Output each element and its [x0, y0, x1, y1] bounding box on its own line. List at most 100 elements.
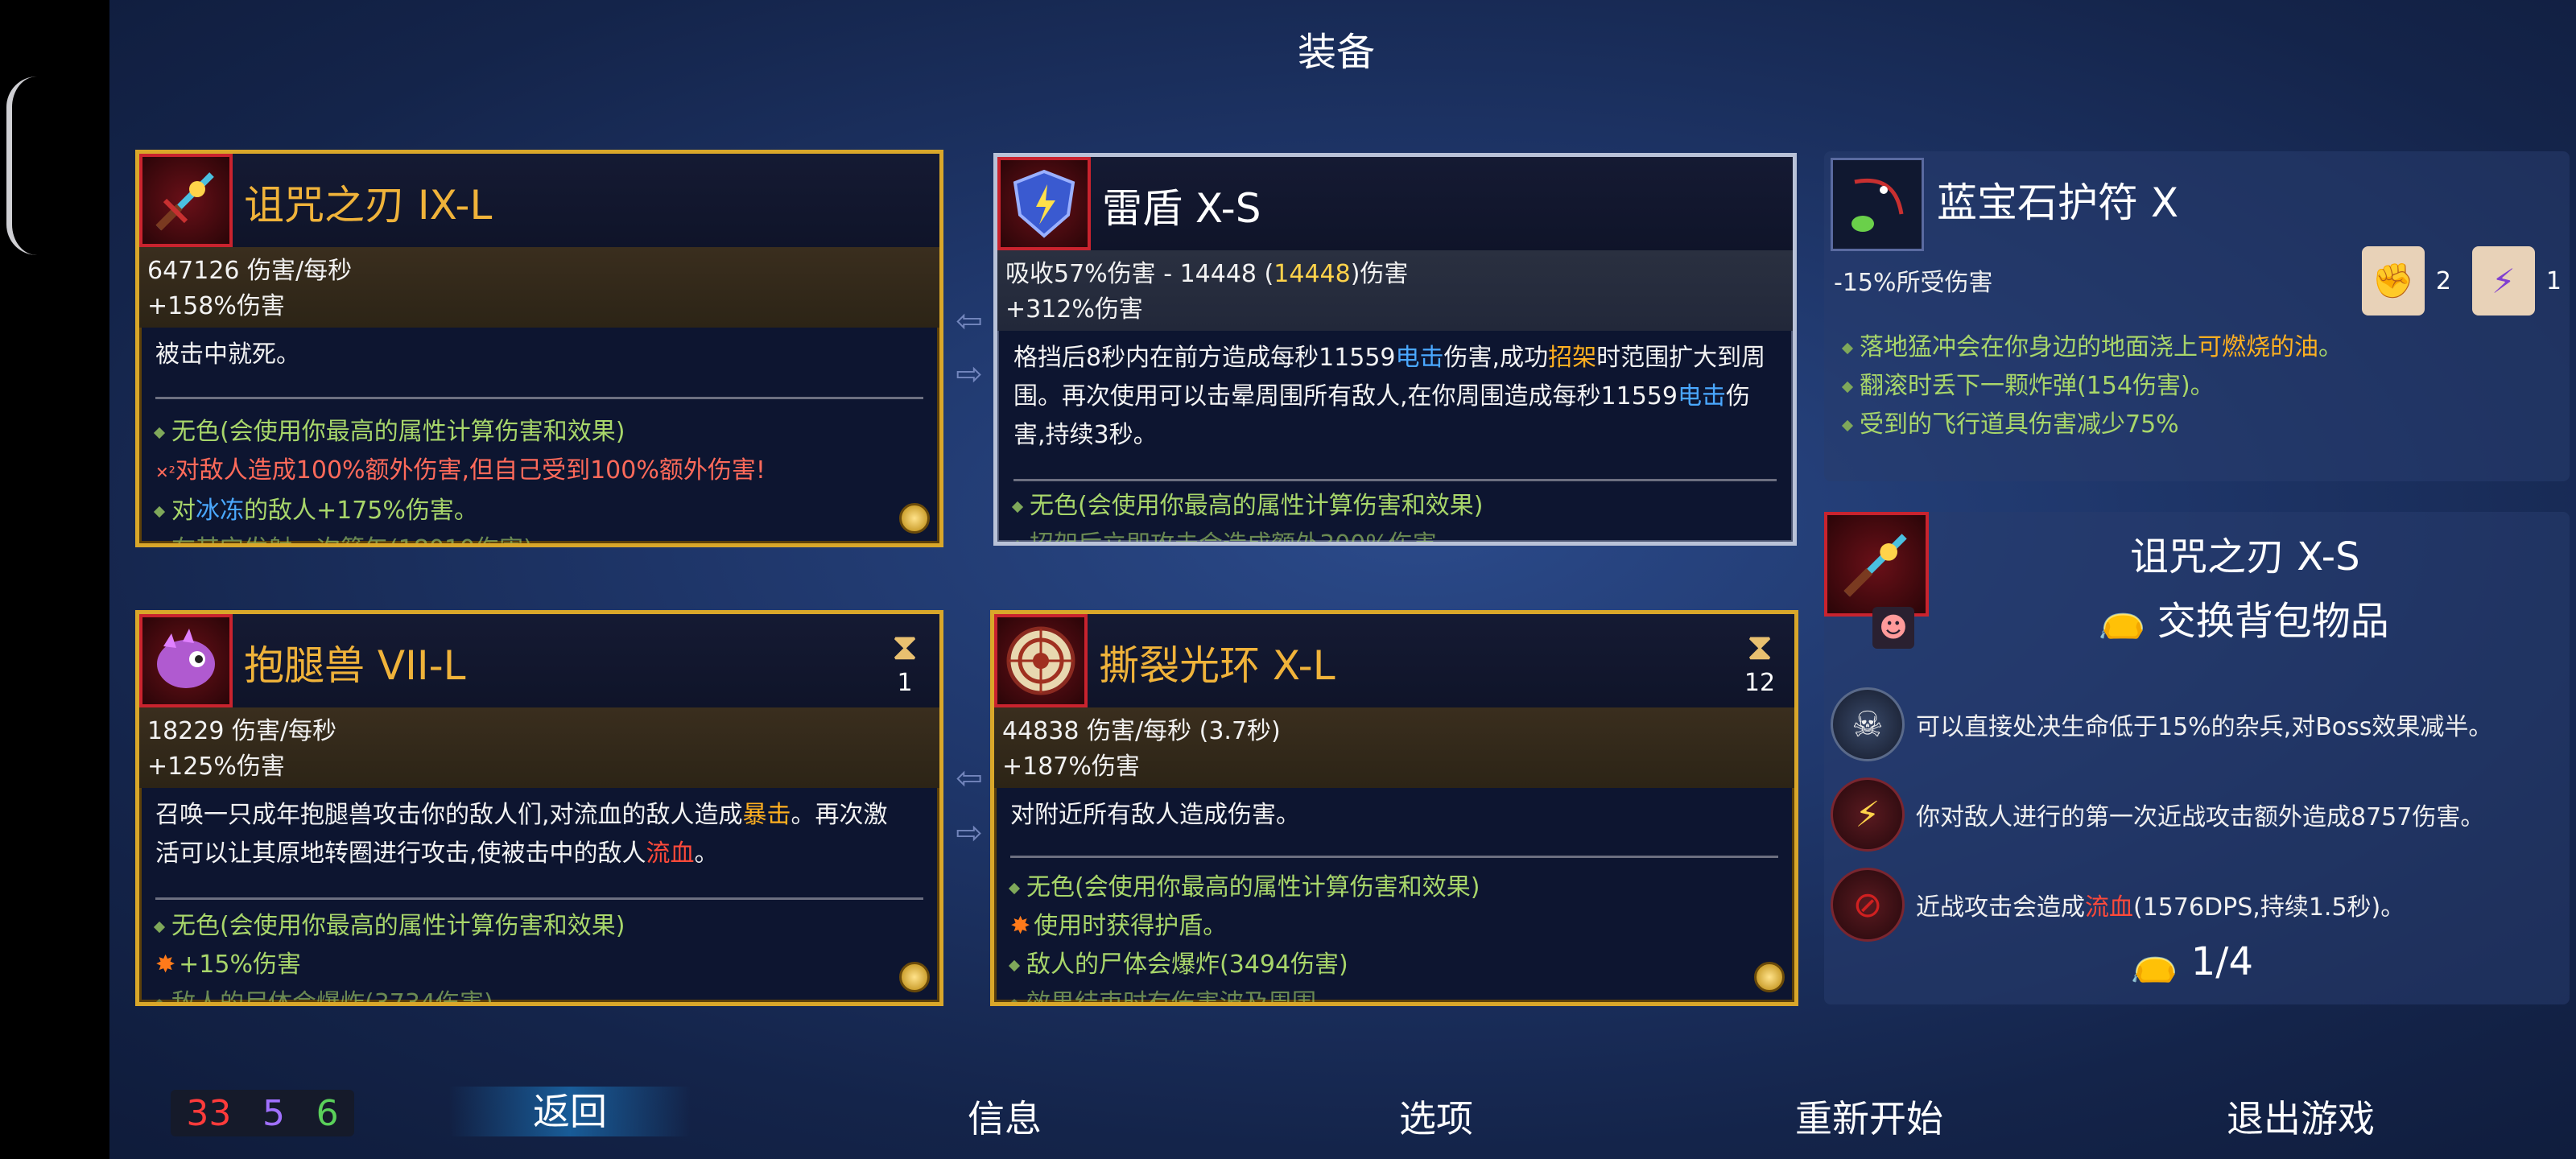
- item-stats: 18229 伤害/每秒 +125%伤害: [139, 707, 939, 788]
- bullet-icon: [153, 998, 166, 1002]
- quit-button[interactable]: 退出游戏: [2180, 1090, 2421, 1143]
- fist-scroll-icon: ✊: [2361, 246, 2425, 316]
- options-button[interactable]: 选项: [1315, 1090, 1557, 1143]
- backpack-count: 👝 1/4: [2130, 938, 2254, 985]
- bottom-bar: 33 5 6 返回 信息 选项 重新开始 退出游戏: [109, 1061, 2576, 1159]
- skull-icon: ☻: [1872, 607, 1914, 649]
- effect-item: 敌人的尸体会爆炸(3734伤害): [153, 984, 923, 1002]
- amulet-icon: [1831, 158, 1924, 251]
- item-name: 雷盾 X-S: [1102, 185, 1261, 232]
- divider: [155, 397, 923, 399]
- bullet-icon: [1011, 501, 1024, 513]
- edge-gesture-handle[interactable]: [6, 76, 37, 255]
- item-description: 格挡后8秒内在前方造成每秒11559电击伤害,成功招架时范围扩大到周 围。再次使…: [1013, 344, 1766, 449]
- effect-list: 无色(会使用你最高的属性计算伤害和效果) 招架后立即攻击会造成额外300%伤害: [1011, 487, 1777, 542]
- scroll-stats: 33 5 6: [171, 1090, 354, 1136]
- brutality-scroll: ✊ 2: [2361, 246, 2451, 316]
- mutation-row: ☠ 可以直接处决生命低于15%的杂兵,对Boss效果减半。: [1831, 687, 2492, 761]
- item-description: 召唤一只成年抱腿兽攻击你的敌人们,对流血的敌人造成暴击。再次激 活可以让其原地转…: [155, 801, 888, 868]
- swap-action[interactable]: 👝 交换背包物品: [2098, 589, 2389, 645]
- effect-item: ✕²对敌人造成100%额外伤害,但自己受到100%额外伤害!: [155, 456, 766, 485]
- hourglass-icon: ⧗: [1746, 625, 1773, 668]
- cursed-sword-icon: [139, 154, 233, 247]
- damage-bonus: +125%伤害: [147, 753, 285, 781]
- effect-item: 无色(会使用你最高的属性计算伤害和效果): [1008, 868, 1778, 907]
- card-curse-blade[interactable]: 诅咒之刃 IX-L 647126 伤害/每秒 +158%伤害 被击中就死。 无色…: [135, 150, 943, 547]
- item-stats: 吸收57%伤害 - 14448 (14448)伤害 +312%伤害: [997, 250, 1793, 331]
- effect-item: 效果结束时有伤害波及周围: [1008, 984, 1778, 1002]
- brutality-count: 33: [186, 1092, 232, 1134]
- backpack-icon: 👝: [2098, 595, 2146, 641]
- star-icon: ✸: [1010, 912, 1031, 940]
- item-stats: 44838 伤害/每秒 (3.7秒) +187%伤害: [994, 707, 1794, 788]
- info-button[interactable]: 信息: [884, 1090, 1125, 1143]
- bullet-icon: [1008, 998, 1021, 1002]
- card-leg-beast[interactable]: 抱腿兽 VII-L ⧗ 1 18229 伤害/每秒 +125%伤害 召唤一只成年抱…: [135, 610, 943, 1006]
- lightning-icon: ⚡: [1831, 777, 1905, 852]
- dps-value: 44838 伤害/每秒 (3.7秒): [1002, 717, 1281, 745]
- effect-list: 无色(会使用你最高的属性计算伤害和效果) ✕²对敌人造成100%额外伤害,但自己…: [153, 413, 923, 547]
- aura-ring-icon: [994, 614, 1088, 707]
- swap-right-arrow-icon[interactable]: ⇨: [947, 358, 992, 390]
- curse-icon: ✕²: [155, 463, 175, 482]
- bullet-icon: [153, 505, 166, 518]
- lightning-scroll-icon: ⚡: [2471, 246, 2535, 316]
- divider: [1010, 856, 1778, 858]
- effect-item: 在其它发射一次箭矢(18010伤害): [154, 530, 923, 547]
- bullet-icon: [1008, 882, 1021, 894]
- item-description: 被击中就死。: [155, 340, 300, 369]
- dps-value: 18229 伤害/每秒: [147, 717, 337, 745]
- backpack-icon: 👝: [2130, 939, 2178, 984]
- card-rift-aura[interactable]: 撕裂光环 X-L ⧗ 12 44838 伤害/每秒 (3.7秒) +187%伤害 …: [990, 610, 1798, 1006]
- item-name: 抱腿兽 VII-L: [244, 642, 466, 689]
- item-description: 对附近所有敌人造成伤害。: [1010, 801, 1300, 829]
- cooldown-indicator: ⧗ 1: [885, 624, 925, 697]
- absorb-stat: 吸收57%伤害 - 14448 (14448)伤害: [1005, 260, 1409, 288]
- scroll-counters: ✊ 2 ⚡ 1: [2361, 246, 2562, 316]
- mutation-row: ⊘ 近战攻击会造成流血(1576DPS,持续1.5秒)。: [1831, 868, 2405, 942]
- effect-item: ✸ +15%伤害: [155, 951, 301, 979]
- tactics-count: 5: [262, 1092, 285, 1134]
- damage-bonus: +158%伤害: [147, 292, 285, 320]
- hourglass-icon: ⧗: [891, 625, 919, 668]
- swap-left-arrow-icon[interactable]: ⇦: [947, 305, 992, 337]
- bullet-icon: [1011, 539, 1024, 542]
- amulet-panel[interactable]: 蓝宝石护符 X -15%所受伤害 ✊ 2 ⚡ 1 落地猛冲会在你身边的地面浇上可燃烧…: [1824, 151, 2570, 481]
- effect-item: 招架后立即攻击会造成额外300%伤害: [1011, 526, 1777, 542]
- tactics-scroll: ⚡ 1: [2471, 246, 2562, 316]
- swap-right-arrow-icon[interactable]: ⇨: [947, 817, 992, 849]
- survival-count: 6: [316, 1092, 339, 1134]
- back-button[interactable]: 返回: [449, 1087, 691, 1136]
- left-black-strip: [0, 0, 109, 1159]
- bullet-icon: [1841, 342, 1854, 354]
- cooldown-indicator: ⧗ 12: [1740, 624, 1780, 697]
- mutation-row: ⚡ 你对敌人进行的第一次近战攻击额外造成8757伤害。: [1831, 777, 2484, 852]
- item-name: 诅咒之刃 IX-L: [244, 182, 493, 229]
- bleed-icon: ⊘: [1831, 868, 1905, 942]
- corner-gem-icon: [1754, 962, 1785, 992]
- swap-left-arrow-icon[interactable]: ⇦: [947, 762, 992, 794]
- effect-item: 无色(会使用你最高的属性计算伤害和效果): [153, 413, 923, 452]
- amulet-effects: 落地猛冲会在你身边的地面浇上可燃烧的油。 翻滚时丢下一颗炸弹(154伤害)。 受…: [1841, 328, 2343, 444]
- item-name: 撕裂光环 X-L: [1099, 642, 1335, 689]
- cursed-sword-icon: [1824, 512, 1929, 617]
- swap-item-name: 诅咒之刃 X-S: [2130, 534, 2360, 580]
- dps-value: 647126 伤害/每秒: [147, 257, 353, 285]
- star-icon: ✸: [155, 951, 176, 979]
- bullet-icon: [153, 427, 166, 439]
- bullet-icon: [1841, 381, 1854, 393]
- effect-item: 落地猛冲会在你身边的地面浇上可燃烧的油。: [1841, 328, 2343, 367]
- item-stats: 647126 伤害/每秒 +158%伤害: [139, 247, 939, 328]
- effect-list: 无色(会使用你最高的属性计算伤害和效果) ✸ +15%伤害 敌人的尸体会爆炸(37…: [153, 907, 923, 1002]
- swap-panel[interactable]: ☻ 诅咒之刃 X-S 👝 交换背包物品 ☠ 可以直接处决生命低于15%的杂兵,对Bo…: [1824, 512, 2570, 1004]
- restart-button[interactable]: 重新开始: [1748, 1090, 1990, 1143]
- bullet-icon: [154, 544, 165, 547]
- bullet-icon: [1008, 959, 1021, 971]
- effect-item: 翻滚时丢下一颗炸弹(154伤害)。: [1841, 367, 2343, 406]
- corner-gem-icon: [899, 503, 930, 534]
- amulet-name: 蓝宝石护符 X: [1937, 179, 2179, 226]
- amulet-stat: -15%所受伤害: [1834, 269, 1993, 297]
- lightning-shield-icon: [997, 157, 1091, 250]
- card-thunder-shield[interactable]: 雷盾 X-S 吸收57%伤害 - 14448 (14448)伤害 +312%伤害…: [993, 153, 1797, 546]
- execute-icon: ☠: [1831, 687, 1905, 761]
